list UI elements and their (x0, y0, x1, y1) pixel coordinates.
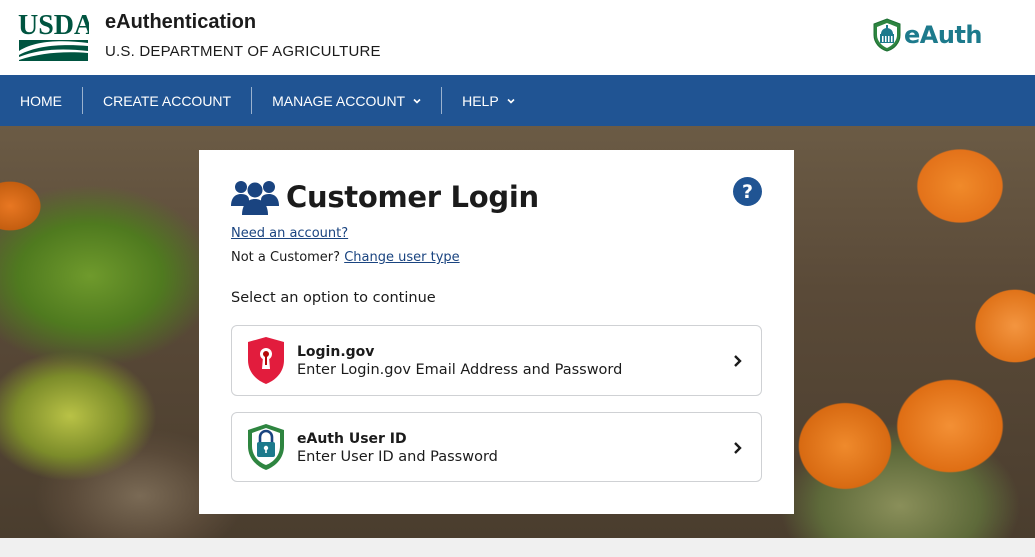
site-subtitle: U.S. DEPARTMENT OF AGRICULTURE (105, 43, 381, 60)
need-account-link[interactable]: Need an account? (231, 226, 348, 241)
users-group-icon (231, 181, 279, 215)
eauth-brand-logo[interactable]: eAuth (872, 18, 983, 52)
login-gov-option[interactable]: Login.gov Enter Login.gov Email Address … (231, 325, 762, 396)
customer-login-card: Customer Login ? Need an account? Not a … (199, 150, 794, 514)
nav-manage-account-label: MANAGE ACCOUNT (272, 92, 406, 109)
eauth-user-id-title: eAuth User ID (297, 431, 407, 447)
chevron-right-icon (734, 355, 742, 367)
nav-create-account[interactable]: CREATE ACCOUNT (83, 87, 253, 114)
chevron-right-icon (734, 442, 742, 454)
login-gov-shield-icon (248, 337, 284, 384)
eauth-lock-shield-icon (248, 424, 284, 470)
site-title: eAuthentication (105, 11, 257, 33)
select-option-prompt: Select an option to continue (231, 290, 436, 306)
nav-home-label: HOME (20, 92, 62, 109)
login-gov-description: Enter Login.gov Email Address and Passwo… (297, 362, 623, 378)
page-title: Customer Login (286, 180, 539, 214)
nav-manage-account[interactable]: MANAGE ACCOUNT (252, 87, 443, 114)
nav-help-label: HELP (462, 92, 499, 109)
eauth-user-id-option[interactable]: eAuth User ID Enter User ID and Password (231, 412, 762, 482)
card-title-row: Customer Login (231, 178, 539, 216)
usda-logo-text: USDA (18, 10, 89, 41)
nav-create-account-label: CREATE ACCOUNT (103, 92, 232, 109)
not-customer-prefix: Not a Customer? (231, 250, 341, 265)
nav-home[interactable]: HOME (0, 87, 83, 114)
chevron-down-icon (507, 98, 515, 104)
main-nav: HOME CREATE ACCOUNT MANAGE ACCOUNT HELP (0, 75, 1035, 126)
site-header: USDA eAuthentication U.S. DEPARTMENT OF … (0, 0, 1035, 75)
capitol-shield-icon (873, 18, 901, 52)
login-gov-title: Login.gov (297, 344, 375, 360)
footer-strip (0, 538, 1035, 557)
brand-text: eAuth (904, 21, 983, 49)
eauth-user-id-description: Enter User ID and Password (297, 449, 498, 465)
not-customer-text: Not a Customer? Change user type (231, 250, 460, 265)
help-button[interactable]: ? (733, 177, 762, 206)
chevron-down-icon (413, 98, 421, 104)
nav-help[interactable]: HELP (442, 87, 535, 114)
usda-logo[interactable]: USDA (18, 10, 89, 62)
change-user-type-link[interactable]: Change user type (344, 250, 459, 265)
